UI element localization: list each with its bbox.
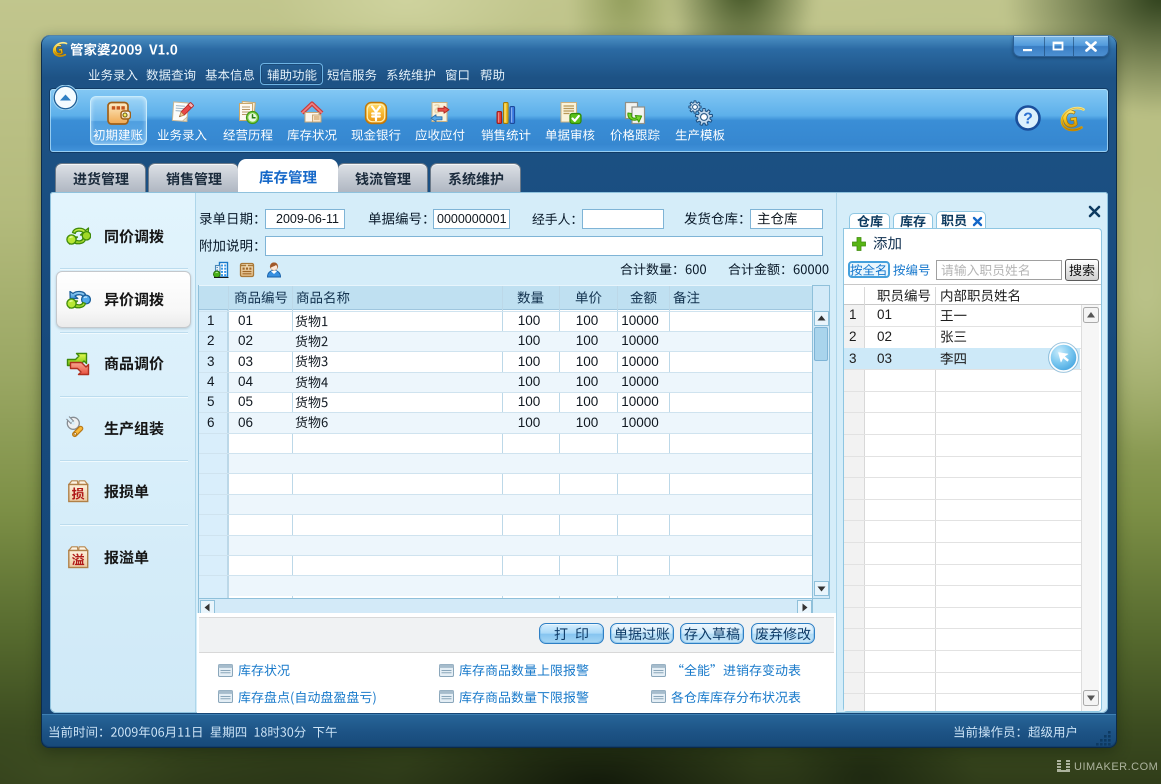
svg-text:?: ?	[1023, 111, 1033, 128]
